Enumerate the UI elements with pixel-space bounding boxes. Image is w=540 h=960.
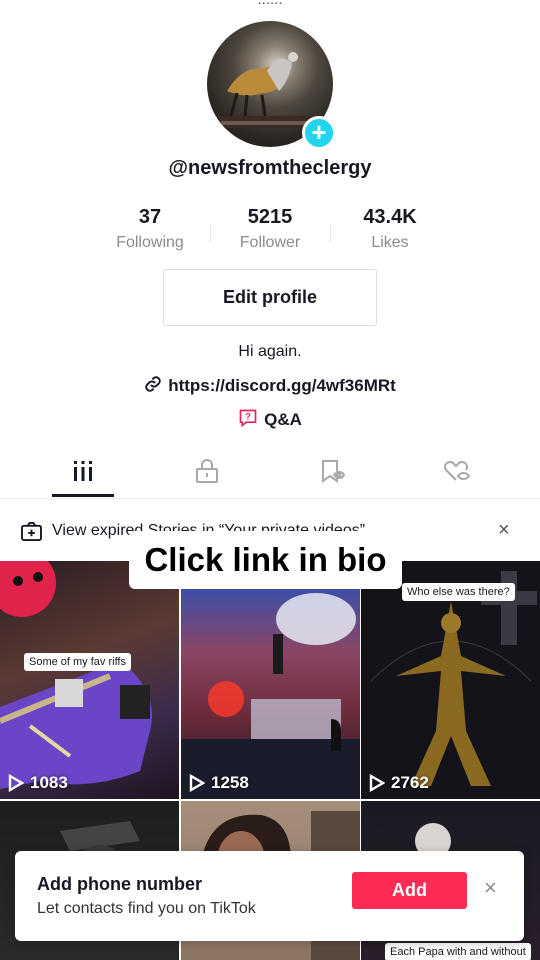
toast-title: Add phone number xyxy=(37,874,202,894)
tab-saved[interactable] xyxy=(273,447,393,499)
video-thumbnail[interactable]: Some of my fav riffs 1083 xyxy=(0,561,179,799)
top-cut-text: ...... xyxy=(0,0,540,8)
close-icon[interactable]: × xyxy=(484,875,497,901)
stat-followers-value: 5215 xyxy=(247,206,293,228)
edit-profile-button[interactable]: Edit profile xyxy=(163,269,377,326)
video-thumbnail[interactable]: 1258 xyxy=(181,589,360,799)
stat-following[interactable]: 37 Following xyxy=(90,206,210,252)
camera-plus-icon xyxy=(21,522,42,546)
stat-likes[interactable]: 43.4K Likes xyxy=(330,206,450,252)
video-caption-tag: Each Papa with and without xyxy=(385,943,531,960)
lock-icon xyxy=(195,458,219,489)
tab-private[interactable] xyxy=(147,447,267,499)
add-phone-button[interactable]: Add xyxy=(352,872,467,909)
bio-link[interactable]: https://discord.gg/4wf36MRt xyxy=(0,375,540,398)
view-count: 1258 xyxy=(189,773,249,793)
add-phone-toast: Add phone number Let contacts find you o… xyxy=(15,851,524,941)
view-count: 1083 xyxy=(8,773,68,793)
bio-link-text: https://discord.gg/4wf36MRt xyxy=(168,375,396,395)
play-icon xyxy=(8,774,24,792)
close-icon[interactable]: × xyxy=(498,519,510,542)
bookmark-icon xyxy=(320,459,346,488)
grid-icon xyxy=(72,460,94,487)
stat-followers-label: Follower xyxy=(239,234,301,251)
link-icon xyxy=(144,375,162,398)
tab-videos[interactable] xyxy=(23,447,143,499)
add-avatar-button[interactable]: + xyxy=(302,116,336,150)
view-count-value: 1258 xyxy=(211,773,249,792)
profile-tabs xyxy=(0,447,540,499)
tab-liked[interactable] xyxy=(397,447,517,499)
heart-hidden-icon xyxy=(443,459,471,488)
video-caption-tag: Some of my fav riffs xyxy=(24,653,131,671)
play-icon xyxy=(189,774,205,792)
stat-likes-value: 43.4K xyxy=(363,206,417,228)
question-bubble-icon: ? xyxy=(238,408,258,433)
video-thumbnail[interactable]: Who else was there? 2762 xyxy=(361,561,540,799)
svg-text:?: ? xyxy=(245,412,251,422)
toast-subtitle: Let contacts find you on TikTok xyxy=(37,900,256,917)
stat-likes-label: Likes xyxy=(371,234,409,251)
qa-label: Q&A xyxy=(264,409,302,429)
overlay-caption: Click link in bio xyxy=(129,531,402,589)
username: @newsfromtheclergy xyxy=(168,157,372,179)
stat-following-label: Following xyxy=(116,234,184,251)
view-count-value: 2762 xyxy=(391,773,429,792)
qa-link[interactable]: ? Q&A xyxy=(0,408,540,433)
view-count-value: 1083 xyxy=(30,773,68,792)
view-count: 2762 xyxy=(369,773,429,793)
stat-followers[interactable]: 5215 Follower xyxy=(210,206,330,252)
play-icon xyxy=(369,774,385,792)
stat-following-value: 37 xyxy=(138,206,162,228)
bio-text: Hi again. xyxy=(238,343,302,360)
active-tab-indicator xyxy=(52,494,114,497)
video-caption-tag: Who else was there? xyxy=(402,583,515,601)
